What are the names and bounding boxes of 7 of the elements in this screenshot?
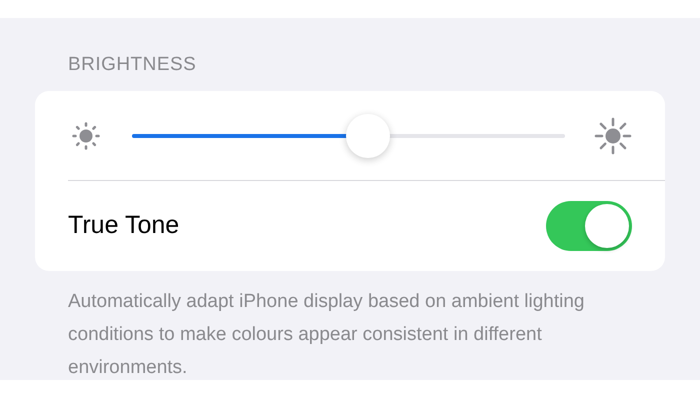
section-header: BRIGHTNESS (68, 53, 198, 77)
brightness-slider[interactable] (132, 114, 565, 158)
true-tone-label: True Tone (68, 210, 180, 242)
true-tone-toggle[interactable] (546, 201, 632, 251)
large-sun-icon (593, 116, 633, 156)
slider-thumb[interactable] (346, 114, 390, 158)
footer-description: Automatically adapt iPhone display based on ambient lighting conditions to make colours appear consistent in different environments. (68, 290, 586, 380)
